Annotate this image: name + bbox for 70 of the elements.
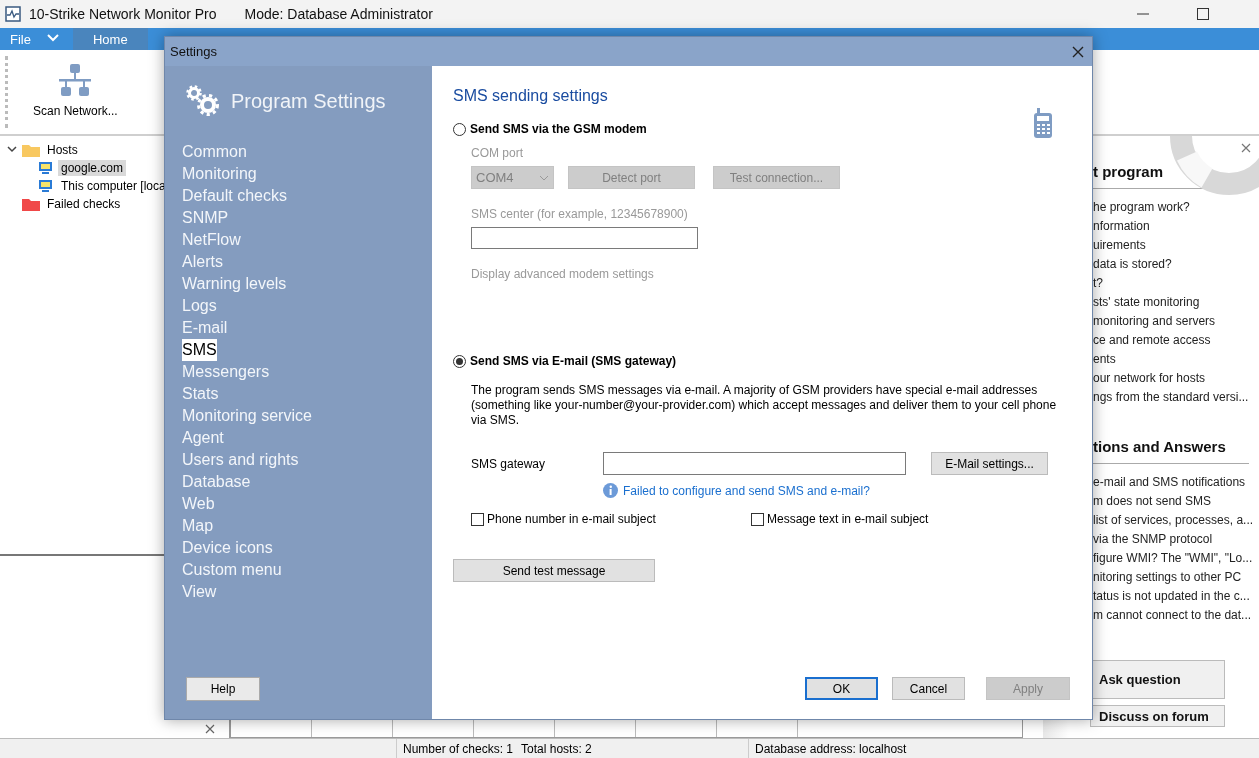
close-icon[interactable]	[1241, 143, 1251, 153]
help-link[interactable]: nformation	[1093, 217, 1259, 236]
help-link[interactable]: sts' state monitoring	[1093, 293, 1259, 312]
radio-button[interactable]	[453, 354, 466, 368]
chevron-down-icon	[539, 174, 549, 181]
radio-label[interactable]: Send SMS via E-mail (SMS gateway)	[470, 354, 677, 368]
section-heading: SMS sending settings	[453, 87, 609, 105]
maximize-icon[interactable]	[1197, 8, 1209, 20]
app-logo-icon	[5, 6, 21, 22]
description-text: The program sends SMS messages via e-mail. A majority of GSM providers have special e-mail addresses (something like your-number@your-provider.com) which accept messages and deliver them to your cell phone via SMS.	[471, 383, 1058, 428]
help-link[interactable]: nitoring settings to other PC	[1093, 568, 1259, 587]
nav-item[interactable]: SMS	[182, 339, 217, 361]
network-icon[interactable]	[57, 64, 94, 98]
close-icon[interactable]	[205, 724, 215, 734]
radio-button[interactable]	[453, 122, 466, 136]
help-link[interactable]: t?	[1093, 274, 1259, 293]
help-link[interactable]: m cannot connect to the dat...	[1093, 606, 1259, 625]
sms-center-field[interactable]	[471, 227, 698, 249]
computer-icon	[38, 179, 54, 193]
forum-button[interactable]: Discuss on forum	[1090, 705, 1225, 727]
field-label: SMS center (for example, 12345678900)	[471, 207, 689, 221]
checkbox-label[interactable]: Phone number in e-mail subject	[487, 512, 656, 526]
help-link[interactable]: uirements	[1093, 236, 1259, 255]
help-link[interactable]: via the SNMP protocol	[1093, 530, 1259, 549]
help-link[interactable]: Failed to configure and send SMS and e-mail?	[623, 483, 870, 498]
window-title: 10-Strike Network Monitor Pro	[29, 6, 217, 22]
info-icon	[603, 483, 618, 498]
mode-label: Mode: Database Administrator	[244, 6, 433, 22]
sms-gateway-field[interactable]	[603, 452, 906, 475]
help-link[interactable]: data is stored?	[1093, 255, 1259, 274]
help-link[interactable]: e-mail and SMS notifications	[1093, 473, 1259, 492]
tree-item[interactable]: Failed checks	[44, 196, 124, 212]
field-label: COM port	[471, 146, 524, 160]
send-test-message-button[interactable]: Send test message	[453, 559, 655, 582]
close-icon[interactable]	[1072, 45, 1084, 58]
folder-icon	[22, 143, 40, 157]
cancel-button[interactable]: Cancel	[892, 677, 965, 700]
email-settings-button[interactable]: E-Mail settings...	[931, 452, 1048, 475]
scan-network-button[interactable]: Scan Network...	[33, 104, 118, 118]
field-label: SMS gateway	[471, 456, 547, 471]
status-text: Number of checks: 1	[403, 741, 514, 756]
help-link[interactable]: m does not send SMS	[1093, 492, 1259, 511]
tree-item[interactable]: google.com	[58, 160, 127, 176]
folder-icon	[22, 197, 40, 211]
status-text: Total hosts: 2	[521, 741, 592, 756]
help-link[interactable]: monitoring and servers	[1093, 312, 1259, 331]
checkbox[interactable]	[471, 512, 484, 526]
mobile-phone-icon	[1034, 108, 1052, 138]
menu-tab[interactable]: Home	[72, 28, 148, 50]
ok-button[interactable]: OK	[805, 677, 878, 700]
computer-icon	[38, 161, 54, 175]
help-link[interactable]: ngs from the standard versi...	[1093, 388, 1259, 407]
help-link[interactable]: ce and remote access	[1093, 331, 1259, 350]
help-link[interactable]: ents	[1093, 350, 1259, 369]
ask-question-button[interactable]: Ask question	[1090, 660, 1225, 699]
status-text: Database address: localhost	[755, 741, 907, 756]
checkbox-label[interactable]: Message text in e-mail subject	[767, 512, 929, 526]
chevron-down-icon[interactable]	[6, 145, 18, 155]
help-link[interactable]: he program work?	[1093, 198, 1259, 217]
tree-item[interactable]: Hosts	[44, 142, 81, 158]
help-button[interactable]: Help	[186, 677, 260, 701]
help-link[interactable]: our network for hosts	[1093, 369, 1259, 388]
help-link[interactable]: tatus is not updated in the c...	[1093, 587, 1259, 606]
dialog-title: Settings	[170, 44, 217, 59]
settings-header: Program Settings	[231, 89, 386, 113]
checkbox[interactable]	[751, 512, 764, 526]
help-link[interactable]: figure WMI? The "WMI", "Lo...	[1093, 549, 1259, 568]
gears-icon	[185, 84, 221, 118]
radio-label[interactable]: Send SMS via the GSM modem	[470, 122, 647, 136]
help-link[interactable]: list of services, processes, a...	[1093, 511, 1259, 530]
